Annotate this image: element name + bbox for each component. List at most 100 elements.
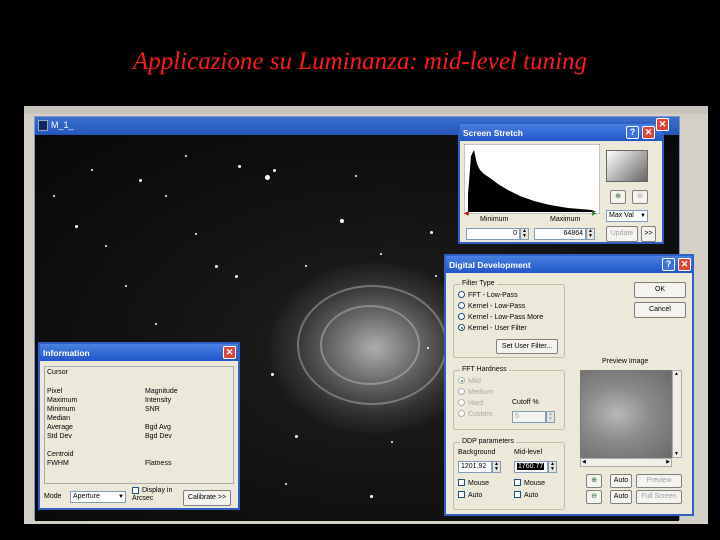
midlevel-label: Mid-level	[514, 449, 543, 456]
calibrate-button[interactable]: Calibrate >>	[183, 490, 231, 506]
fft-hardness-group: FFT Hardness Mild Medium Hard Custom Cut…	[453, 366, 565, 430]
star	[340, 219, 344, 223]
help-icon[interactable]: ?	[662, 258, 675, 271]
set-user-filter-button[interactable]: Set User Filter...	[496, 339, 558, 354]
display-arcsec-checkbox[interactable]: Display in Arcsec	[132, 487, 178, 503]
star	[235, 275, 238, 278]
star	[139, 179, 142, 182]
cutoff-input[interactable]: 5	[512, 411, 546, 423]
stats-right-column: Magnitude Intensity SNR Bgd Avg Bgd Dev	[145, 387, 178, 441]
checkbox-box	[458, 491, 465, 498]
midlevel-input[interactable]: 1760.77	[514, 461, 548, 473]
cutoff-label: Cutoff %	[512, 399, 539, 406]
histogram[interactable]	[464, 144, 600, 214]
close-icon[interactable]: ✕	[223, 346, 236, 359]
zoom-in-icon[interactable]: ⊕	[586, 474, 602, 488]
min-marker-icon[interactable]: ◀	[464, 210, 469, 217]
filter-type-group: Filter Type FFT - Low-Pass Kernel - Low-…	[453, 280, 565, 358]
radio-fft-low-pass[interactable]: FFT - Low-Pass	[458, 291, 518, 299]
preview-vscrollbar[interactable]: ▲ ▼	[672, 370, 682, 458]
star	[265, 175, 270, 180]
background-auto-checkbox[interactable]: Auto	[458, 491, 482, 499]
radio-dot	[458, 313, 465, 320]
information-dialog[interactable]: Information ✕ Cursor Pixel Maximum Minim…	[38, 342, 240, 510]
fwhm-label: FWHM	[47, 460, 69, 467]
zoom-out-icon[interactable]: ⊖	[632, 190, 648, 204]
star	[435, 275, 437, 277]
radio-kernel-low-pass-more[interactable]: Kernel - Low-Pass More	[458, 313, 543, 321]
scroll-up-icon[interactable]: ▲	[674, 371, 679, 377]
help-icon[interactable]: ?	[626, 126, 639, 139]
mode-dropdown[interactable]: Aperture ▼	[70, 491, 126, 503]
star	[91, 169, 93, 171]
radio-custom[interactable]: Custom	[458, 410, 492, 418]
flatness-label: Flatness	[145, 460, 172, 467]
stat-label: Bgd Avg	[145, 424, 171, 431]
max-marker-icon[interactable]: ▶	[592, 210, 597, 217]
radio-mild[interactable]: Mild	[458, 377, 481, 385]
cancel-button[interactable]: Cancel	[634, 302, 686, 318]
auto-button[interactable]: Auto	[610, 490, 632, 504]
scroll-left-icon[interactable]: ◀	[582, 459, 586, 465]
filter-type-label: Filter Type	[460, 280, 497, 287]
midlevel-auto-checkbox[interactable]: Auto	[514, 491, 538, 499]
gradient-preview	[606, 150, 648, 182]
maximum-input[interactable]: 64864	[534, 228, 586, 240]
radio-kernel-low-pass[interactable]: Kernel - Low-Pass	[458, 302, 525, 310]
auto-zoom-button[interactable]: Auto	[610, 474, 632, 488]
star	[75, 225, 78, 228]
midlevel-spinner[interactable]: ▲ ▼	[548, 461, 557, 473]
checkbox-label: Mouse	[468, 480, 490, 487]
more-button[interactable]: >>	[641, 226, 656, 242]
full-screen-button[interactable]: Full Screen	[636, 490, 682, 504]
fft-hardness-label: FFT Hardness	[460, 366, 509, 373]
cutoff-spinner[interactable]: ▲ ▼	[546, 411, 555, 423]
radio-label: Kernel - User Filter	[468, 325, 527, 332]
preview-button[interactable]: Preview	[636, 474, 682, 488]
preview-hscrollbar[interactable]: ◀ ▶	[580, 458, 672, 467]
ok-button[interactable]: OK	[634, 282, 686, 298]
preview-image[interactable]	[580, 370, 672, 458]
stat-label: Intensity	[145, 397, 172, 404]
digital-development-title: Digital Development	[449, 260, 531, 270]
screen-stretch-dialog[interactable]: Screen Stretch ? ✕ ◀ ▶ ⊕ ⊖ Max Val ▼ Min…	[458, 122, 664, 244]
zoom-out-icon[interactable]: ⊖	[586, 490, 602, 504]
radio-hard[interactable]: Hard	[458, 399, 483, 407]
maximum-spinner[interactable]: ▲ ▼	[586, 228, 595, 240]
star	[430, 231, 433, 234]
stat-label: Std Dev	[47, 433, 72, 440]
star	[165, 195, 167, 197]
background-label: Background	[458, 449, 496, 456]
zoom-in-icon[interactable]: ⊕	[610, 190, 626, 204]
star	[391, 441, 393, 443]
scroll-down-icon[interactable]: ▼	[674, 451, 679, 457]
background-input[interactable]: 1201.92	[458, 461, 492, 473]
mode-select[interactable]: Max Val ▼	[606, 210, 648, 222]
checkbox-box	[132, 487, 139, 494]
midlevel-mouse-checkbox[interactable]: Mouse	[514, 479, 545, 487]
close-icon[interactable]: ✕	[678, 258, 691, 271]
star	[125, 285, 127, 287]
radio-kernel-user-filter[interactable]: Kernel - User Filter	[458, 324, 527, 332]
star	[155, 323, 157, 325]
radio-medium[interactable]: Medium	[458, 388, 493, 396]
digital-development-dialog[interactable]: Digital Development ? ✕ Filter Type FFT …	[444, 254, 694, 516]
digital-development-titlebar[interactable]: Digital Development	[446, 256, 692, 273]
background-mouse-checkbox[interactable]: Mouse	[458, 479, 489, 487]
information-title: Information	[43, 348, 90, 358]
star	[185, 155, 187, 157]
information-titlebar[interactable]: Information	[40, 344, 238, 361]
checkbox-label: Auto	[524, 492, 539, 499]
close-icon[interactable]: ✕	[656, 118, 669, 131]
star	[273, 169, 276, 172]
minimum-spinner[interactable]: ▲ ▼	[520, 228, 529, 240]
scroll-right-icon[interactable]: ▶	[666, 459, 670, 465]
checkbox-box	[514, 491, 521, 498]
update-button[interactable]: Update	[606, 226, 638, 242]
background-spinner[interactable]: ▲ ▼	[492, 461, 501, 473]
minimum-input[interactable]: 0	[466, 228, 520, 240]
star	[355, 175, 357, 177]
radio-label: Kernel - Low-Pass More	[468, 314, 544, 321]
chevron-down-icon: ▼	[118, 494, 124, 500]
close-icon[interactable]: ✕	[642, 126, 655, 139]
